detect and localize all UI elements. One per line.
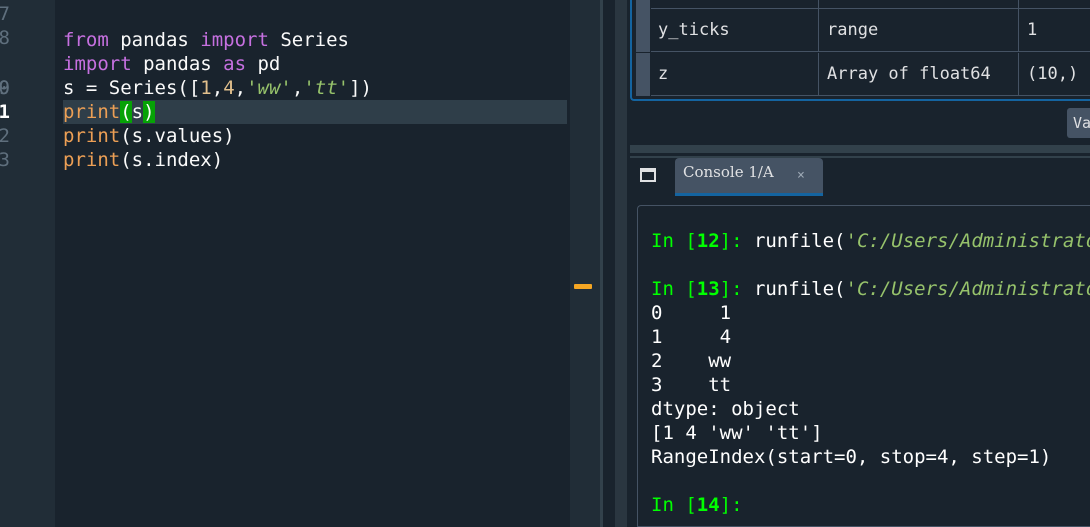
console-output-line: 2 ww — [651, 350, 732, 372]
prompt-label: In [ — [651, 230, 697, 252]
console-output-line: 3 tt — [651, 374, 732, 396]
code-text: pandas — [108, 29, 201, 51]
code-line-current[interactable]: print(s) — [63, 100, 567, 124]
code-line[interactable]: s = Series([1,4,'ww','tt']) — [63, 76, 372, 100]
code-text: , — [234, 77, 247, 99]
code-line[interactable]: from pandas import Series — [63, 28, 349, 52]
variable-row[interactable]: y_ticks range 1 — [632, 9, 1090, 52]
builtin-function: print — [63, 125, 121, 147]
string-literal: 'tt' — [303, 77, 350, 99]
console-output-line: 0 1 — [651, 302, 732, 324]
bracket-match-close: ) — [143, 101, 155, 123]
variable-size-cell[interactable]: (10,) — [1019, 53, 1090, 96]
line-number: 0 — [0, 77, 10, 99]
console-command: runfile( — [753, 230, 846, 252]
console-prompt-line: In [13]: runfile('C:/Users/Administrator… — [651, 277, 1090, 301]
code-text: (s.values) — [120, 125, 235, 147]
prompt-number: 14 — [696, 494, 720, 516]
prompt-label: ]: — [719, 278, 754, 300]
keyword: as — [223, 53, 247, 75]
console-output-line: RangeIndex(start=0, stop=4, step=1) — [651, 446, 1052, 468]
pane-gap — [603, 0, 615, 527]
variable-row[interactable]: z Array of float64 (10,) — [632, 53, 1090, 96]
close-icon[interactable]: × — [797, 168, 805, 183]
variable-row[interactable] — [632, 0, 1090, 9]
horizontal-splitter[interactable] — [630, 145, 1090, 153]
line-number-gutter: 7 8 9 0 1 2 3 — [0, 0, 55, 527]
code-text: s — [131, 101, 144, 123]
code-text: , — [291, 77, 304, 99]
variable-name-cell[interactable] — [651, 0, 819, 9]
code-text: Series — [268, 29, 349, 51]
builtin-function: print — [63, 149, 121, 171]
code-text: ]) — [349, 77, 372, 99]
code-line[interactable]: print(s.index) — [63, 148, 223, 172]
prompt-label: ]: — [719, 230, 754, 252]
variable-size-cell[interactable] — [1019, 0, 1090, 9]
variable-type-cell[interactable]: range — [819, 9, 1019, 52]
code-text: s = Series([ — [63, 77, 201, 99]
line-number: 8 — [0, 27, 10, 49]
editor-scrollbar[interactable] — [570, 0, 600, 527]
string-literal: 'ww' — [246, 77, 292, 99]
code-line[interactable]: import pandas as pd — [63, 52, 280, 76]
prompt-label: ]: — [719, 494, 743, 516]
variable-type-cell[interactable]: Array of float64 — [819, 53, 1019, 96]
variable-size-cell[interactable]: 1 — [1019, 9, 1090, 52]
tab-console[interactable]: Console 1/A × — [675, 158, 823, 196]
console-string: 'C:/Users/Administrator/Desktop/demo.py' — [845, 230, 1090, 252]
scrollbar-marker[interactable] — [574, 284, 592, 289]
prompt-label: In [ — [651, 494, 697, 516]
code-editor[interactable]: from pandas import Series import pandas … — [55, 0, 570, 527]
console-output-line: dtype: object — [651, 398, 800, 420]
prompt-number: 13 — [696, 278, 720, 300]
splitter-handle[interactable] — [615, 0, 627, 527]
variable-type-cell[interactable] — [819, 0, 1019, 9]
code-line[interactable]: print(s.values) — [63, 124, 235, 148]
console-output-line: 1 4 — [651, 326, 732, 348]
row-header[interactable] — [636, 0, 651, 9]
keyword: import — [200, 29, 269, 51]
console-string: 'C:/Users/Administrator/Desktop/demo.py' — [845, 278, 1090, 300]
keyword: from — [63, 29, 109, 51]
number-literal: 4 — [223, 77, 235, 99]
code-text: (s.index) — [120, 149, 224, 171]
ipython-console[interactable]: In [12]: runfile('C:/Users/Administrator… — [637, 205, 1090, 527]
console-prompt-line: In [12]: runfile('C:/Users/Administrator… — [651, 229, 1090, 253]
variable-name-cell[interactable]: z — [651, 53, 819, 96]
variable-name-cell[interactable]: y_ticks — [651, 9, 819, 52]
bracket-match-open: ( — [120, 101, 132, 123]
prompt-label: In [ — [651, 278, 697, 300]
window-icon[interactable] — [640, 168, 656, 182]
code-text: pd — [246, 53, 281, 75]
tab-label: Console 1/A — [683, 163, 774, 181]
builtin-function: print — [63, 101, 121, 123]
number-literal: 1 — [200, 77, 212, 99]
code-text: pandas — [131, 53, 224, 75]
prompt-number: 12 — [696, 230, 720, 252]
console-input-prompt[interactable]: In [14]: — [651, 493, 743, 517]
value-button[interactable]: Va — [1067, 108, 1090, 138]
line-number: 7 — [0, 3, 10, 25]
line-number-active: 1 — [0, 101, 10, 123]
console-command: runfile( — [753, 278, 846, 300]
keyword: import — [63, 53, 132, 75]
row-header[interactable] — [636, 9, 651, 52]
console-output-line: [1 4 'ww' 'tt'] — [651, 422, 823, 444]
row-header[interactable] — [636, 53, 651, 96]
line-number: 3 — [0, 149, 10, 171]
code-text: , — [211, 77, 224, 99]
line-number: 2 — [0, 125, 10, 147]
variable-explorer[interactable]: y_ticks range 1 z Array of float64 (10,) — [630, 0, 1090, 101]
